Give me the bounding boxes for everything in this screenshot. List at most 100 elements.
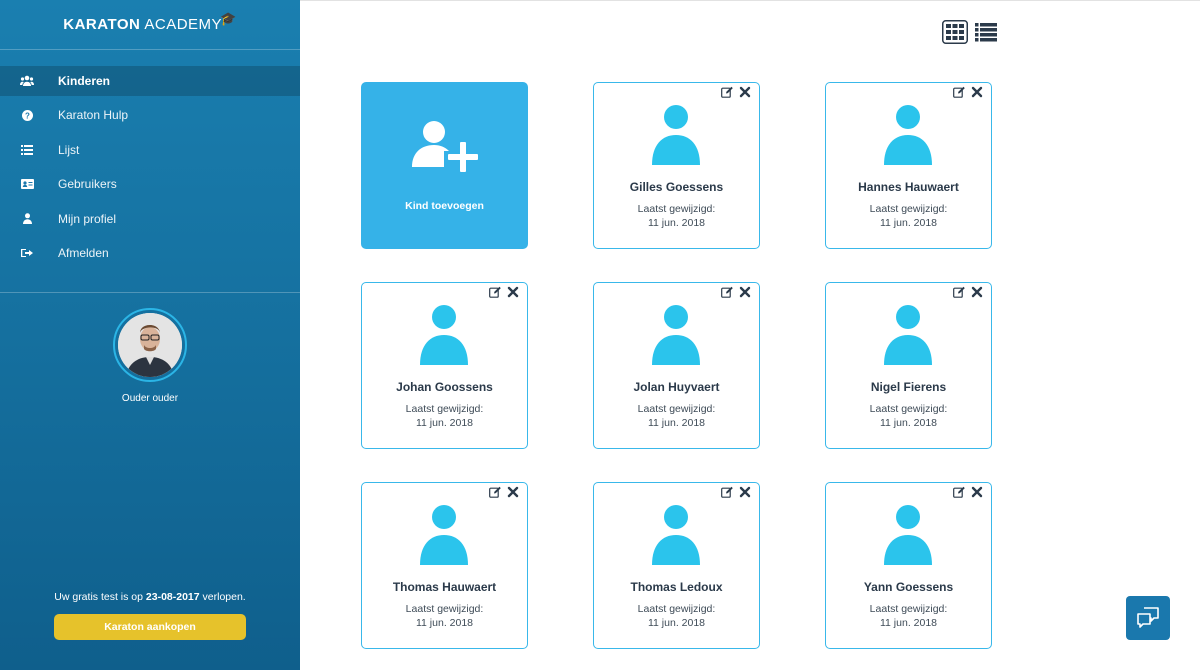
last-modified-label: Laatst gewijzigd: [637,603,716,615]
sidebar-item-gebruikers[interactable]: Gebruikers [0,169,300,199]
last-modified-label: Laatst gewijzigd: [637,203,716,215]
avatar-photo [118,313,182,377]
edit-icon[interactable] [953,486,965,498]
sidebar-item-kinderen[interactable]: Kinderen [0,66,300,96]
child-card[interactable]: Gilles Goessens Laatst gewijzigd: 11 jun. … [593,82,760,249]
add-user-icon [410,119,480,173]
last-modified-label: Laatst gewijzigd: [869,403,948,415]
sidebar-item-mijn-profiel[interactable]: Mijn profiel [0,204,300,234]
sidebar-item-label: Afmelden [58,245,109,260]
trial-prefix: Uw gratis test is op [54,591,146,603]
edit-icon[interactable] [953,86,965,98]
child-card[interactable]: Johan Goossens Laatst gewijzigd: 11 jun. 2… [361,282,528,449]
id-card-icon [20,177,34,191]
child-name: Johan Goossens [396,380,493,394]
user-icon [20,212,34,226]
sidebar-item-label: Lijst [58,142,80,157]
delete-icon[interactable] [971,486,983,498]
last-modified-date: 11 jun. 2018 [647,617,706,629]
sidebar-item-lijst[interactable]: Lijst [0,135,300,165]
child-card[interactable]: Thomas Ledoux Laatst gewijzigd: 11 jun. 20… [593,482,760,649]
sidebar-item-label: Mijn profiel [58,211,117,226]
top-border [300,0,1200,1]
child-avatar-icon [420,505,468,567]
child-name: Jolan Huyvaert [633,380,720,394]
last-modified-label: Laatst gewijzigd: [637,403,716,415]
last-modified-label: Laatst gewijzigd: [405,603,484,615]
child-card[interactable]: Hannes Hauwaert Laatst gewijzigd: 11 jun. … [825,82,992,249]
avatar[interactable] [113,308,187,382]
trial-suffix: verlopen. [199,591,246,603]
sidebar: KARATON ACADEMY 🎓 Kinderen ? Karaton Hul… [0,0,300,670]
child-card[interactable]: Nigel Fierens Laatst gewijzigd: 11 jun. 20… [825,282,992,449]
edit-icon[interactable] [721,486,733,498]
edit-icon[interactable] [489,286,501,298]
card-actions [953,486,983,498]
sign-out-icon [20,246,34,260]
brand-name-part1: KARATON [63,16,141,33]
help-icon: ? [20,108,34,122]
child-avatar-icon [652,505,700,567]
child-avatar-icon [884,105,932,167]
delete-icon[interactable] [507,286,519,298]
edit-icon[interactable] [953,286,965,298]
sidebar-item-label: Gebruikers [58,177,117,192]
list-view-icon[interactable] [975,22,997,42]
svg-text:?: ? [25,111,30,120]
last-modified-label: Laatst gewijzigd: [869,203,948,215]
chat-button[interactable] [1126,596,1170,640]
child-name: Thomas Hauwaert [392,580,497,594]
last-modified-date: 11 jun. 2018 [879,417,938,429]
last-modified-label: Laatst gewijzigd: [405,403,484,415]
last-modified-date: 11 jun. 2018 [879,217,938,229]
sidebar-item-label: Kinderen [58,74,111,88]
card-actions [721,86,751,98]
add-child-card[interactable]: Kind toevoegen [361,82,528,249]
child-name: Yann Goessens [863,580,954,594]
child-avatar-icon [652,305,700,367]
card-actions [489,286,519,298]
child-card[interactable]: Jolan Huyvaert Laatst gewijzigd: 11 jun. 2… [593,282,760,449]
profile-name: Ouder ouder [121,393,179,404]
delete-icon[interactable] [739,286,751,298]
sidebar-item-label: Karaton Hulp [58,108,129,123]
last-modified-date: 11 jun. 2018 [415,417,474,429]
add-child-label: Kind toevoegen [405,200,484,212]
last-modified-date: 11 jun. 2018 [647,417,706,429]
sidebar-divider [0,292,300,293]
card-actions [721,486,751,498]
brand-name-part2: ACADEMY [144,16,223,33]
delete-icon[interactable] [971,86,983,98]
child-card[interactable]: Yann Goessens Laatst gewijzigd: 11 jun. 20… [825,482,992,649]
child-avatar-icon [420,305,468,367]
edit-icon[interactable] [721,286,733,298]
brand-logo[interactable]: KARATON ACADEMY 🎓 [0,0,300,50]
last-modified-date: 11 jun. 2018 [879,617,938,629]
edit-icon[interactable] [489,486,501,498]
delete-icon[interactable] [739,486,751,498]
child-name: Nigel Fierens [870,380,947,394]
card-actions [953,86,983,98]
child-card[interactable]: Thomas Hauwaert Laatst gewijzigd: 11 jun. … [361,482,528,649]
sidebar-menu: Kinderen ? Karaton Hulp Lijst Gebruikers… [0,66,300,268]
sidebar-item-afmelden[interactable]: Afmelden [0,238,300,268]
card-actions [953,286,983,298]
buy-karaton-button[interactable]: Karaton aankopen [54,614,246,640]
child-name: Hannes Hauwaert [858,180,959,194]
last-modified-label: Laatst gewijzigd: [869,603,948,615]
card-actions [721,286,751,298]
trial-expiry-date: 23-08-2017 [145,591,200,603]
child-name: Thomas Ledoux [630,580,723,594]
last-modified-date: 11 jun. 2018 [647,217,706,229]
delete-icon[interactable] [739,86,751,98]
grid-view-icon[interactable] [942,20,968,44]
child-avatar-icon [652,105,700,167]
last-modified-date: 11 jun. 2018 [415,617,474,629]
graduation-cap-icon: 🎓 [220,10,237,26]
sidebar-item-karaton-hulp[interactable]: ? Karaton Hulp [0,100,300,130]
delete-icon[interactable] [971,286,983,298]
delete-icon[interactable] [507,486,519,498]
list-icon [20,143,34,157]
edit-icon[interactable] [721,86,733,98]
chat-icon [1137,607,1159,628]
